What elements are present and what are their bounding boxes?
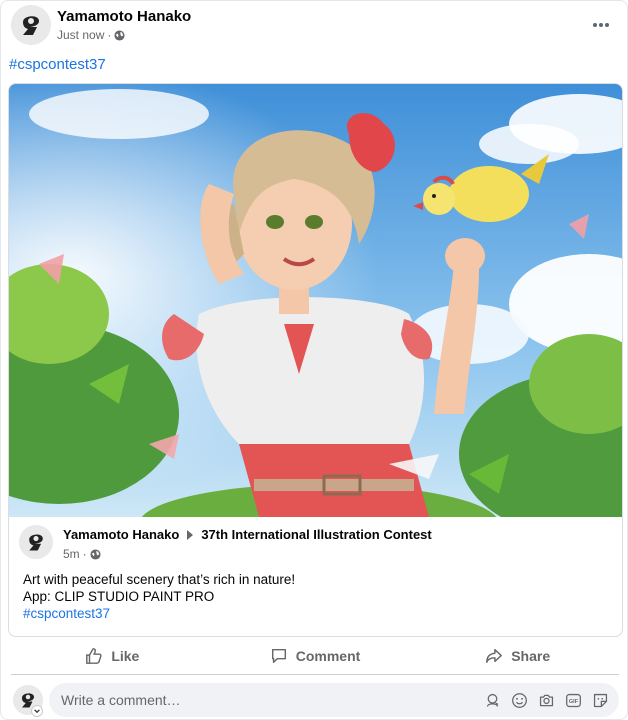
shared-header: Yamamoto Hanako 37th International Illus… bbox=[19, 525, 609, 561]
gif-icon-text: GIF bbox=[569, 699, 579, 705]
comment-label: Comment bbox=[295, 647, 361, 664]
shared-names: Yamamoto Hanako 37th International Illus… bbox=[63, 527, 432, 542]
chevron-down-icon bbox=[34, 709, 40, 714]
shared-author-avatar[interactable] bbox=[19, 525, 53, 559]
globe-icon[interactable] bbox=[114, 29, 125, 41]
action-bar: Like Comment Share bbox=[11, 637, 619, 675]
meta-separator: · bbox=[107, 28, 112, 42]
thumbs-up-icon bbox=[86, 647, 102, 664]
camera-icon[interactable] bbox=[538, 692, 555, 709]
share-label: Share bbox=[511, 647, 551, 664]
shared-text: Art with peaceful scenery that’s rich in… bbox=[23, 571, 613, 622]
more-options-button[interactable] bbox=[589, 13, 613, 37]
post-card: Yamamoto Hanako Just now · #cspcontest37 bbox=[0, 0, 628, 720]
comment-button[interactable]: Comment bbox=[214, 637, 417, 674]
post-header: Yamamoto Hanako Just now · bbox=[11, 5, 619, 49]
artwork-image[interactable] bbox=[9, 84, 623, 517]
sticker-icon[interactable] bbox=[592, 692, 609, 709]
globe-icon[interactable] bbox=[90, 548, 101, 560]
shared-post[interactable]: Yamamoto Hanako 37th International Illus… bbox=[8, 83, 623, 637]
shared-author-name[interactable]: Yamamoto Hanako bbox=[63, 527, 179, 542]
emoji-icon[interactable] bbox=[511, 692, 528, 709]
more-dot bbox=[593, 23, 597, 27]
meta-separator: · bbox=[82, 547, 87, 561]
clip-studio-logo bbox=[19, 525, 53, 559]
profile-switch-button[interactable] bbox=[31, 705, 43, 717]
post-meta: Just now · bbox=[57, 28, 125, 42]
shared-hashtag[interactable]: #cspcontest37 bbox=[23, 605, 613, 622]
comment-tools: GIF bbox=[484, 692, 619, 709]
author-avatar[interactable] bbox=[11, 5, 51, 45]
shared-meta: 5m · bbox=[63, 547, 101, 561]
shared-group-name[interactable]: 37th International Illustration Contest bbox=[201, 527, 431, 542]
like-label: Like bbox=[111, 647, 140, 664]
post-hashtag[interactable]: #cspcontest37 bbox=[9, 56, 106, 73]
like-button[interactable]: Like bbox=[11, 637, 214, 674]
more-dot bbox=[599, 23, 603, 27]
share-icon bbox=[486, 648, 503, 663]
more-dot bbox=[605, 23, 609, 27]
post-time[interactable]: Just now bbox=[57, 28, 104, 42]
share-button[interactable]: Share bbox=[416, 637, 619, 674]
triangle-right-icon bbox=[187, 529, 194, 540]
comment-input[interactable] bbox=[61, 692, 484, 708]
comment-icon bbox=[271, 648, 286, 663]
clip-studio-logo bbox=[11, 5, 51, 45]
comment-composer: GIF bbox=[11, 683, 619, 717]
shared-time[interactable]: 5m bbox=[63, 547, 80, 561]
avatar-sticker-icon[interactable] bbox=[484, 692, 501, 709]
shared-text-line: App: CLIP STUDIO PAINT PRO bbox=[23, 589, 215, 604]
shared-text-line: Art with peaceful scenery that’s rich in… bbox=[23, 572, 296, 587]
comment-box: GIF bbox=[49, 683, 619, 717]
author-name[interactable]: Yamamoto Hanako bbox=[57, 8, 191, 25]
gif-icon[interactable]: GIF bbox=[565, 692, 582, 709]
